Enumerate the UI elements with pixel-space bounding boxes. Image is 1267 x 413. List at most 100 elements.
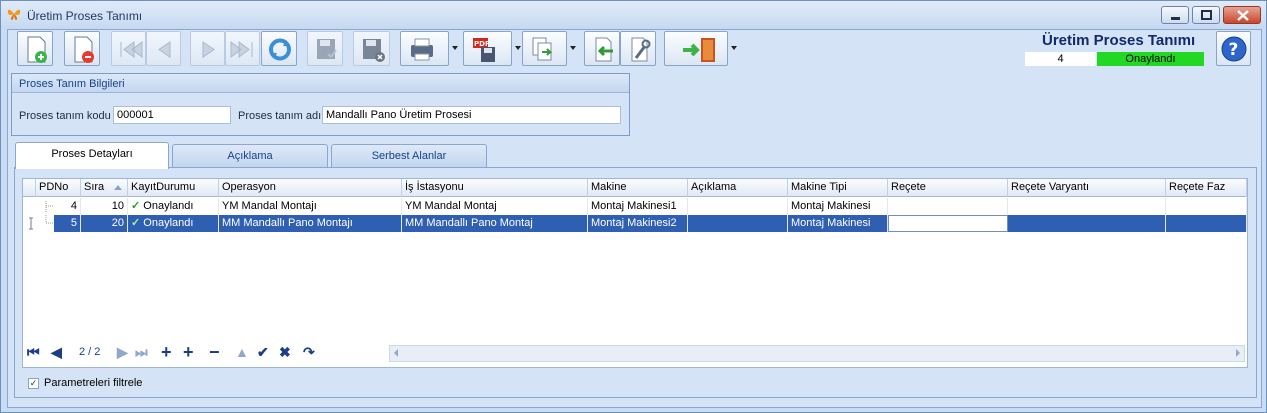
save-icon xyxy=(317,39,337,59)
column-header[interactable]: Açıklama xyxy=(688,179,788,197)
new-button[interactable] xyxy=(17,31,53,66)
close-icon xyxy=(1237,10,1249,21)
form-title: Üretim Proses Tanımı xyxy=(1042,32,1196,49)
settings-button[interactable] xyxy=(620,31,656,66)
table-row[interactable]: 4 10 ✓ Onaylandı YM Mandal Montajı YM Ma… xyxy=(23,198,1247,215)
last-record-button[interactable] xyxy=(225,31,260,66)
code-field[interactable]: 000001 xyxy=(113,106,231,124)
nav-last-icon[interactable]: ⏭ xyxy=(135,344,148,360)
print-button[interactable] xyxy=(400,31,449,66)
grid-navigator: ⏮ ◀ 2 / 2 ▶ ⏭ + + − ▲ ✔ ✖ ↷ xyxy=(23,340,343,364)
cell-recete-editor[interactable] xyxy=(888,215,1008,232)
delete-document-icon xyxy=(74,36,94,63)
horizontal-scrollbar[interactable] xyxy=(389,345,1245,362)
save-button[interactable] xyxy=(307,31,343,66)
name-field[interactable]: Mandallı Pano Üretim Prosesi xyxy=(322,106,621,124)
settings-icon xyxy=(631,37,651,62)
exit-dropdown[interactable] xyxy=(728,31,742,66)
nav-edit-icon[interactable]: ▲ xyxy=(235,344,249,360)
nav-first-icon[interactable]: ⏮ xyxy=(27,344,40,360)
exit-icon xyxy=(683,38,715,62)
cell-sira: 20 xyxy=(81,215,128,232)
column-header[interactable]: Operasyon xyxy=(219,179,402,197)
delete-button[interactable] xyxy=(64,31,100,66)
column-header[interactable]: Reçete Faz xyxy=(1166,179,1247,197)
prev-record-button[interactable] xyxy=(146,31,181,66)
pdf-icon: PDF xyxy=(473,38,495,62)
cell-operasyon: YM Mandal Montajı xyxy=(219,198,402,215)
minimize-icon xyxy=(1171,17,1180,20)
tab-proses-detaylari[interactable]: Proses Detayları xyxy=(15,142,169,169)
column-header[interactable]: Sıra xyxy=(81,179,128,197)
column-header[interactable]: PDNo xyxy=(36,179,81,197)
sort-ascending-icon xyxy=(114,185,122,190)
column-header[interactable]: Makine xyxy=(588,179,688,197)
print-icon xyxy=(411,38,433,61)
cell-operasyon: MM Mandallı Pano Montajı xyxy=(219,215,402,232)
import-button[interactable] xyxy=(584,31,620,66)
nav-refresh-icon[interactable]: ↷ xyxy=(303,344,315,360)
cell-pdno: 4 xyxy=(54,198,81,215)
column-header[interactable]: Reçete Varyantı xyxy=(1008,179,1166,197)
filter-checkbox-label: Parametreleri filtrele xyxy=(44,377,143,389)
save-close-button[interactable] xyxy=(353,31,390,66)
process-grid[interactable]: PDNo Sıra KayıtDurumu Operasyon İş İstas… xyxy=(22,178,1248,368)
export-dropdown[interactable] xyxy=(567,31,579,66)
scroll-right-icon[interactable] xyxy=(1236,349,1240,357)
close-button[interactable] xyxy=(1223,6,1261,24)
cell-makine: Montaj Makinesi1 xyxy=(588,198,688,215)
scroll-left-icon[interactable] xyxy=(394,349,398,357)
column-header-label: Sıra xyxy=(84,181,105,193)
column-header[interactable]: Makine Tipi xyxy=(788,179,888,197)
new-document-icon xyxy=(27,36,47,63)
grid-header: PDNo Sıra KayıtDurumu Operasyon İş İstas… xyxy=(23,179,1247,197)
name-label: Proses tanım adı xyxy=(238,110,322,122)
cell-aciklama xyxy=(688,198,788,215)
cell-faz xyxy=(1166,215,1247,232)
export-icon xyxy=(532,37,553,61)
nav-delete-icon[interactable]: − xyxy=(209,343,220,361)
maximize-button[interactable] xyxy=(1192,6,1220,24)
maximize-icon xyxy=(1201,10,1212,20)
window-title: Üretim Proses Tanımı xyxy=(27,9,143,23)
minimize-button[interactable] xyxy=(1161,6,1189,24)
nav-next-icon[interactable]: ▶ xyxy=(117,344,128,360)
svg-text:PDF: PDF xyxy=(474,40,490,48)
cell-durum: ✓ Onaylandı xyxy=(128,215,219,232)
form-client: PDF Üretim Proses Tanımı 4 Onaylandı ? P… xyxy=(7,29,1262,408)
column-header[interactable]: Reçete xyxy=(888,179,1008,197)
print-dropdown[interactable] xyxy=(449,31,461,66)
nav-post-icon[interactable]: ✔ xyxy=(257,344,269,360)
info-group-header: Proses Tanım Bilgileri xyxy=(12,74,629,93)
nav-prev-icon[interactable]: ◀ xyxy=(51,344,62,360)
cell-istasyon: MM Mandallı Pano Montaj xyxy=(402,215,588,232)
filter-checkbox[interactable]: ✓ xyxy=(28,378,39,389)
first-record-button[interactable] xyxy=(111,31,146,66)
column-header[interactable]: KayıtDurumu xyxy=(128,179,219,197)
nav-cancel-icon[interactable]: ✖ xyxy=(279,344,291,360)
tab-aciklama[interactable]: Açıklama xyxy=(172,144,328,167)
export-button[interactable] xyxy=(522,31,567,66)
record-number: 4 xyxy=(1025,52,1096,66)
tree-connector xyxy=(23,215,54,232)
nav-add-icon[interactable]: + xyxy=(161,343,172,361)
help-button[interactable]: ? xyxy=(1216,31,1251,66)
next-record-icon xyxy=(202,41,215,58)
column-header[interactable]: İş İstasyonu xyxy=(402,179,588,197)
refresh-icon xyxy=(269,38,291,61)
approved-check-icon: ✓ xyxy=(131,217,141,229)
nav-position: 2 / 2 xyxy=(79,346,101,358)
pdf-button[interactable]: PDF xyxy=(463,31,512,66)
refresh-button[interactable] xyxy=(261,31,297,66)
nav-insert-icon[interactable]: + xyxy=(183,343,194,361)
tab-serbest-alanlar[interactable]: Serbest Alanlar xyxy=(331,144,487,167)
table-row-selected[interactable]: 5 20 ✓ Onaylandı MM Mandallı Pano Montaj… xyxy=(23,215,1247,232)
cell-varyant xyxy=(1008,215,1166,232)
status-badge: Onaylandı xyxy=(1097,52,1204,66)
info-group: Proses Tanım Bilgileri Proses tanım kodu… xyxy=(11,73,630,136)
next-record-button[interactable] xyxy=(190,31,225,66)
code-label: Proses tanım kodu xyxy=(19,110,111,122)
exit-button[interactable] xyxy=(664,31,728,66)
cell-durum: ✓ Onaylandı xyxy=(128,198,219,215)
cell-faz xyxy=(1166,198,1247,215)
